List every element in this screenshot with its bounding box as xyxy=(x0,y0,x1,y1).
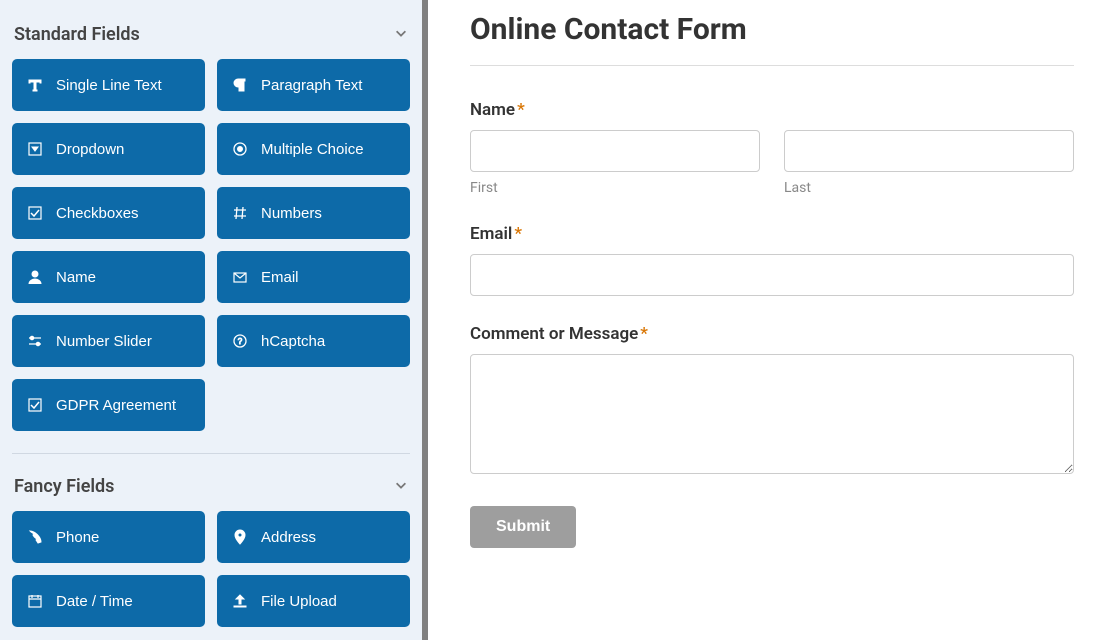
sidebar: Standard Fields Single Line Text Paragra… xyxy=(0,0,428,640)
field-label: Checkboxes xyxy=(56,205,139,222)
field-phone[interactable]: Phone xyxy=(12,511,205,563)
email-input[interactable] xyxy=(470,254,1074,296)
field-label: Phone xyxy=(56,529,99,546)
field-dropdown[interactable]: Dropdown xyxy=(12,123,205,175)
field-label: Name xyxy=(56,269,96,286)
form-field-email: Email* xyxy=(470,224,1074,296)
field-file-upload[interactable]: File Upload xyxy=(217,575,410,627)
field-label: Number Slider xyxy=(56,333,152,350)
phone-icon xyxy=(26,528,44,546)
required-asterisk: * xyxy=(640,324,648,344)
form-field-message: Comment or Message* xyxy=(470,324,1074,478)
message-textarea[interactable] xyxy=(470,354,1074,474)
field-label: Single Line Text xyxy=(56,77,162,94)
last-name-input[interactable] xyxy=(784,130,1074,172)
message-label: Comment or Message* xyxy=(470,324,1074,344)
field-gdpr-agreement[interactable]: GDPR Agreement xyxy=(12,379,205,431)
standard-fields-grid: Single Line Text Paragraph Text Dropdown… xyxy=(12,59,410,441)
section-header-standard[interactable]: Standard Fields xyxy=(12,10,410,59)
email-label: Email* xyxy=(470,224,1074,244)
section-title: Fancy Fields xyxy=(14,476,114,497)
section-header-fancy[interactable]: Fancy Fields xyxy=(12,466,410,511)
question-circle-icon: ? xyxy=(231,332,249,350)
check-square-icon xyxy=(26,396,44,414)
field-label: Dropdown xyxy=(56,141,124,158)
field-number-slider[interactable]: Number Slider xyxy=(12,315,205,367)
fancy-fields-grid: Phone Address Date / Time File Upload xyxy=(12,511,410,637)
submit-button[interactable]: Submit xyxy=(470,506,576,548)
field-label: Address xyxy=(261,529,316,546)
field-paragraph-text[interactable]: Paragraph Text xyxy=(217,59,410,111)
field-checkboxes[interactable]: Checkboxes xyxy=(12,187,205,239)
user-icon xyxy=(26,268,44,286)
chevron-down-icon xyxy=(394,24,408,45)
title-divider xyxy=(470,65,1074,66)
sliders-icon xyxy=(26,332,44,350)
chevron-down-icon xyxy=(394,476,408,497)
check-square-icon xyxy=(26,204,44,222)
field-multiple-choice[interactable]: Multiple Choice xyxy=(217,123,410,175)
first-name-input[interactable] xyxy=(470,130,760,172)
name-label: Name* xyxy=(470,100,1074,120)
field-email[interactable]: Email xyxy=(217,251,410,303)
page-title: Online Contact Form xyxy=(470,12,1074,47)
map-marker-icon xyxy=(231,528,249,546)
section-divider xyxy=(12,453,410,454)
field-label: GDPR Agreement xyxy=(56,397,176,414)
field-hcaptcha[interactable]: ? hCaptcha xyxy=(217,315,410,367)
field-numbers[interactable]: Numbers xyxy=(217,187,410,239)
text-icon xyxy=(26,76,44,94)
caret-square-icon xyxy=(26,140,44,158)
field-label: Date / Time xyxy=(56,593,133,610)
field-date-time[interactable]: Date / Time xyxy=(12,575,205,627)
field-label: Multiple Choice xyxy=(261,141,364,158)
section-title: Standard Fields xyxy=(14,24,140,45)
field-label: hCaptcha xyxy=(261,333,325,350)
field-address[interactable]: Address xyxy=(217,511,410,563)
dot-circle-icon xyxy=(231,140,249,158)
required-asterisk: * xyxy=(517,100,525,120)
field-single-line-text[interactable]: Single Line Text xyxy=(12,59,205,111)
field-label: Numbers xyxy=(261,205,322,222)
required-asterisk: * xyxy=(514,224,522,244)
field-label: File Upload xyxy=(261,593,337,610)
svg-text:?: ? xyxy=(238,337,243,346)
field-label: Email xyxy=(261,269,299,286)
first-sublabel: First xyxy=(470,180,760,196)
field-name[interactable]: Name xyxy=(12,251,205,303)
upload-icon xyxy=(231,592,249,610)
field-label: Paragraph Text xyxy=(261,77,362,94)
last-sublabel: Last xyxy=(784,180,1074,196)
calendar-icon xyxy=(26,592,44,610)
paragraph-icon xyxy=(231,76,249,94)
form-preview: Online Contact Form Name* First Last Ema… xyxy=(428,0,1116,640)
hashtag-icon xyxy=(231,204,249,222)
form-field-name: Name* First Last xyxy=(470,100,1074,196)
envelope-icon xyxy=(231,268,249,286)
